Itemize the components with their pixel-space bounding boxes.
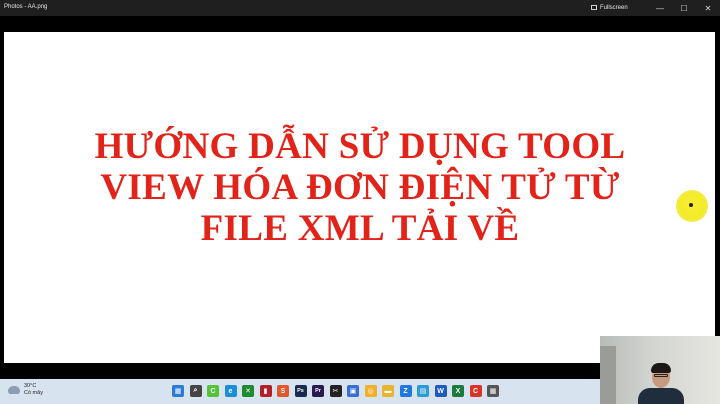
webcam-overlay	[600, 336, 720, 404]
premiere-icon[interactable]: Pr	[312, 385, 324, 397]
fullscreen-icon	[591, 5, 597, 10]
slide-line-1: HƯỚNG DẪN SỬ DỤNG TOOL	[94, 126, 626, 167]
webcam-person-hair	[651, 363, 671, 373]
folder-icon[interactable]: ▬	[382, 385, 394, 397]
explorer-icon[interactable]: ▤	[417, 385, 429, 397]
start-icon[interactable]: ▦	[172, 385, 184, 397]
store-icon[interactable]: ▣	[347, 385, 359, 397]
weather-desc: Có mây	[24, 390, 43, 396]
photoshop-icon[interactable]: Ps	[294, 385, 307, 397]
edge-icon[interactable]: e	[224, 385, 237, 397]
title-bar: Photos - AA.png Fullscreen — ☐ ✕	[0, 0, 720, 16]
maximize-button[interactable]: ☐	[672, 0, 696, 16]
zalo-icon[interactable]: Z	[399, 385, 412, 397]
webcam-person-body	[638, 388, 684, 404]
excel-icon[interactable]: X	[452, 385, 464, 397]
calc-icon[interactable]: ▦	[487, 385, 499, 397]
office-icon[interactable]: ▮	[259, 385, 272, 397]
window-title: Photos - AA.png	[4, 4, 48, 10]
slide-line-3: FILE XML TẢI VỀ	[200, 208, 520, 249]
cursor-pointer-icon	[689, 203, 693, 207]
close-button[interactable]: ✕	[696, 0, 720, 16]
cursor-highlight	[676, 190, 708, 222]
clipchamp-icon[interactable]: ◎	[364, 385, 377, 397]
app-s-icon[interactable]: S	[277, 385, 289, 397]
xbox-icon[interactable]: ✕	[242, 385, 254, 397]
weather-temp: 30°C	[24, 383, 37, 389]
fullscreen-label: Fullscreen	[600, 4, 628, 11]
slide-line-2: VIEW HÓA ĐƠN ĐIỆN TỬ TỪ	[100, 167, 620, 208]
search-icon[interactable]: ⌕	[189, 385, 202, 397]
cloud-icon	[8, 386, 20, 394]
webcam-person-glasses	[654, 374, 668, 377]
cc-icon[interactable]: C	[207, 385, 219, 397]
weather-widget[interactable]: 30°C Có mây	[8, 383, 43, 397]
word-icon[interactable]: W	[434, 385, 447, 397]
app-c-icon[interactable]: C	[469, 385, 482, 397]
slide-heading: HƯỚNG DẪN SỬ DỤNG TOOL VIEW HÓA ĐƠN ĐIỆN…	[0, 126, 720, 249]
fullscreen-button[interactable]: Fullscreen	[587, 2, 634, 13]
webcam-door	[600, 346, 616, 404]
minimize-button[interactable]: —	[648, 0, 672, 16]
capcut-icon[interactable]: ✂	[329, 385, 342, 397]
viewer-top-margin	[0, 16, 720, 32]
